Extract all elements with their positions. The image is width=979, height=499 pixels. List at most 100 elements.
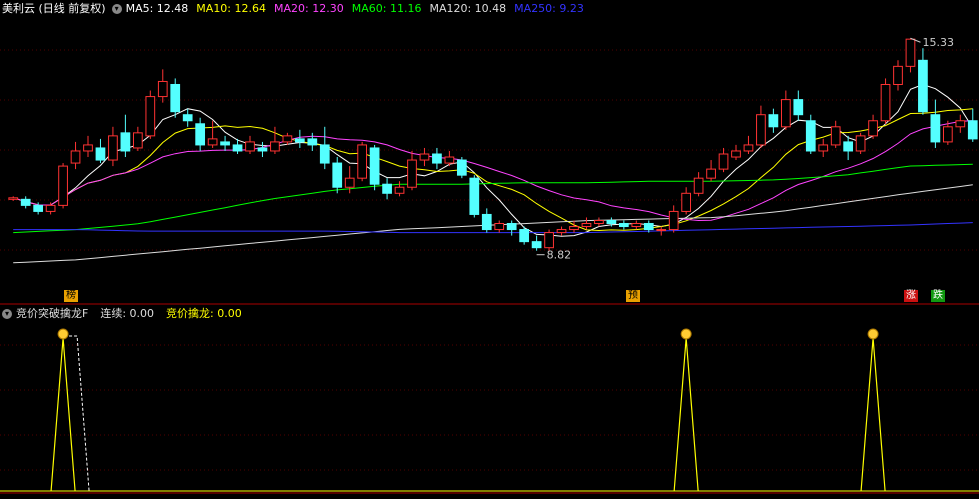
candle xyxy=(70,141,81,170)
signal-spike xyxy=(860,337,886,492)
candle-body xyxy=(544,232,554,249)
candle-body xyxy=(58,165,68,206)
candle-body xyxy=(731,150,741,158)
candle-body xyxy=(270,141,280,152)
candle xyxy=(731,144,741,161)
candle-body xyxy=(357,144,368,179)
candle xyxy=(893,60,903,91)
candle-body xyxy=(893,65,903,85)
candle-body xyxy=(830,126,841,146)
candle xyxy=(494,220,505,233)
dashed-line xyxy=(69,335,90,492)
candle xyxy=(170,78,181,118)
candle xyxy=(481,208,492,233)
candle-body xyxy=(581,223,592,228)
marker-left: 榜 xyxy=(64,290,78,302)
moving-averages xyxy=(13,83,974,264)
candle xyxy=(195,117,206,151)
candle xyxy=(805,114,816,154)
candle xyxy=(556,226,567,236)
candle-body xyxy=(294,138,305,143)
candle-body xyxy=(407,159,417,188)
candle xyxy=(581,217,592,230)
candle xyxy=(319,126,330,170)
candle xyxy=(855,132,866,154)
candle xyxy=(120,114,131,158)
candle xyxy=(469,175,480,218)
candle-body xyxy=(232,144,243,152)
candle xyxy=(930,99,941,148)
candle xyxy=(382,178,392,200)
candle xyxy=(668,205,679,233)
candle xyxy=(967,108,978,142)
candle-body xyxy=(930,114,941,143)
candle xyxy=(531,235,542,251)
candle xyxy=(693,172,704,197)
candle-body xyxy=(108,135,118,161)
candle-body xyxy=(33,204,44,212)
candle-body xyxy=(743,144,754,152)
candle xyxy=(220,135,230,151)
candle xyxy=(357,141,368,182)
candle xyxy=(706,160,716,182)
candle xyxy=(918,48,928,115)
candle xyxy=(407,150,417,191)
signal-spike xyxy=(673,337,699,492)
candle xyxy=(843,135,854,161)
candle xyxy=(20,196,31,209)
candlesticks xyxy=(8,38,978,251)
candle xyxy=(631,220,642,230)
marker-mid: 预 xyxy=(626,290,640,302)
candle xyxy=(756,105,766,148)
candle-body xyxy=(594,219,604,225)
candle-body xyxy=(506,223,517,231)
candle-body xyxy=(132,132,143,149)
candle xyxy=(157,69,168,103)
candle xyxy=(618,220,629,230)
candle xyxy=(905,38,916,73)
candle-body xyxy=(282,135,293,143)
candle xyxy=(145,90,156,139)
candle-body xyxy=(556,229,567,234)
candle xyxy=(270,126,280,154)
candle xyxy=(58,163,68,209)
candle-body xyxy=(569,226,579,231)
candle-body xyxy=(718,153,729,170)
candle-body xyxy=(618,223,629,228)
candle-body xyxy=(855,135,866,152)
candle xyxy=(743,135,754,154)
candle-body xyxy=(531,241,542,249)
candle xyxy=(519,226,530,245)
candle-body xyxy=(918,59,928,113)
candle-body xyxy=(220,141,230,146)
candle xyxy=(880,78,891,124)
candle-body xyxy=(369,147,380,185)
candle-body xyxy=(319,144,330,164)
candle-body xyxy=(793,99,804,116)
candle xyxy=(955,114,966,133)
candle xyxy=(132,126,143,151)
candle-body xyxy=(868,120,878,137)
candle-body xyxy=(444,156,455,164)
candle-body xyxy=(456,159,467,176)
candle-body xyxy=(843,141,854,152)
candle xyxy=(793,90,804,121)
candle-body xyxy=(818,144,829,152)
candle-body xyxy=(145,96,156,137)
signal-spike xyxy=(50,337,76,492)
ma120-line xyxy=(13,184,973,264)
candle xyxy=(681,187,692,215)
candle-body xyxy=(307,138,318,146)
candle xyxy=(569,220,579,233)
candle xyxy=(45,202,56,215)
candle xyxy=(718,147,729,173)
candle-body xyxy=(668,210,679,231)
ma250-line xyxy=(13,222,973,234)
candle xyxy=(294,129,305,148)
candle-body xyxy=(656,229,667,232)
candle xyxy=(108,126,118,167)
high-label: 15.33 xyxy=(922,36,954,49)
candle-body xyxy=(120,132,131,152)
candle xyxy=(768,108,779,133)
candle xyxy=(506,220,517,236)
